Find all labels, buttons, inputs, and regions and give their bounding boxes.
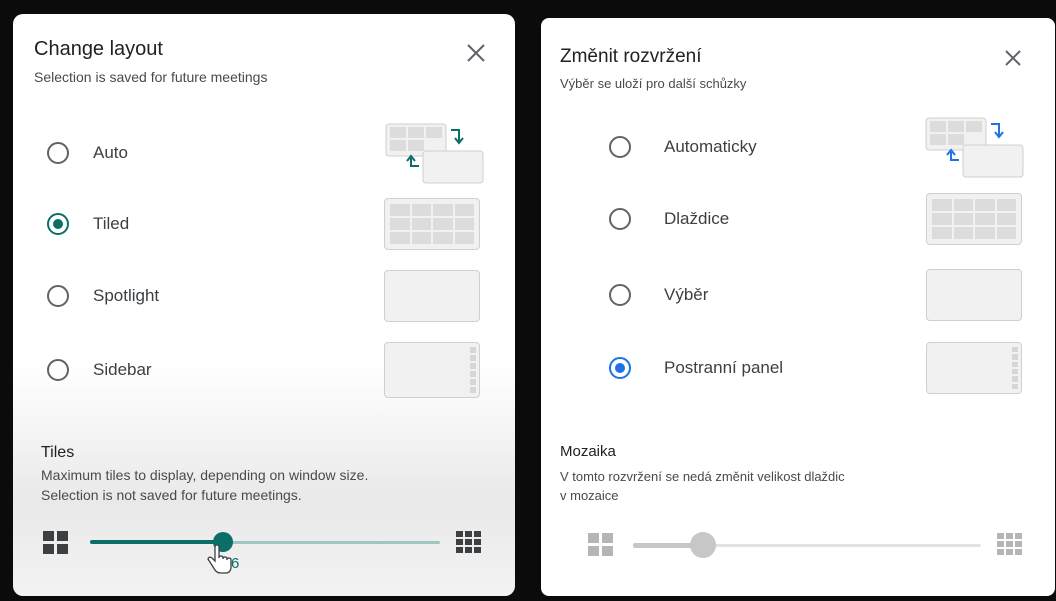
radio-sidebar[interactable]	[609, 357, 631, 379]
layout-option-sidebar[interactable]: Sidebar	[13, 338, 515, 402]
tiled-layout-thumbnail	[384, 198, 480, 250]
grid-2x2-icon	[588, 533, 614, 562]
tiles-desc-line-2: Selection is not saved for future meetin…	[41, 487, 302, 503]
radio-spotlight[interactable]	[609, 284, 631, 306]
slider-track-fill	[90, 540, 223, 544]
option-label-tiled: Dlaždice	[664, 209, 730, 228]
hand-pointer-icon	[207, 544, 233, 580]
slider-thumb	[690, 532, 716, 558]
layout-option-spotlight[interactable]: Výběr	[541, 263, 1055, 327]
radio-tiled[interactable]	[47, 213, 69, 235]
sidebar-layout-thumbnail	[384, 342, 480, 398]
option-label-auto: Automaticky	[664, 137, 757, 156]
grid-3x3-icon	[997, 533, 1023, 562]
tiles-desc-line-1: Maximum tiles to display, depending on w…	[41, 467, 369, 483]
option-label-spotlight: Výběr	[664, 285, 709, 304]
layout-option-auto[interactable]: Automaticky	[541, 115, 1055, 179]
tiles-desc-line-1: V tomto rozvržení se nedá změnit velikos…	[560, 469, 845, 484]
option-label-sidebar: Sidebar	[93, 360, 152, 379]
layout-option-tiled[interactable]: Dlaždice	[541, 187, 1055, 251]
layout-option-spotlight[interactable]: Spotlight	[13, 264, 515, 328]
close-icon[interactable]	[465, 42, 489, 66]
option-label-sidebar: Postranní panel	[664, 358, 784, 377]
layout-option-auto[interactable]: Auto	[13, 121, 515, 185]
grid-3x3-icon	[456, 531, 482, 560]
change-layout-dialog-cz: Změnit rozvržení Výběr se uloží pro dalš…	[541, 18, 1055, 596]
option-label-auto: Auto	[93, 143, 128, 162]
tiles-section-title: Tiles	[41, 444, 75, 461]
tiles-section-title: Mozaika	[560, 443, 616, 460]
dialog-subtitle: Selection is saved for future meetings	[34, 69, 268, 85]
layout-option-sidebar[interactable]: Postranní panel	[541, 336, 1055, 400]
dialog-subtitle: Výběr se uloží pro další schůzky	[560, 76, 747, 91]
dialog-title: Change layout	[34, 38, 163, 60]
close-icon[interactable]	[1003, 48, 1027, 72]
change-layout-dialog-en: Change layout Selection is saved for fut…	[13, 14, 515, 596]
option-label-tiled: Tiled	[93, 214, 130, 233]
grid-2x2-icon	[43, 531, 69, 560]
tiles-slider[interactable]: 6	[90, 527, 440, 574]
tiles-slider-disabled	[633, 530, 981, 560]
radio-spotlight[interactable]	[47, 285, 69, 307]
radio-sidebar[interactable]	[47, 359, 69, 381]
spotlight-layout-thumbnail	[384, 270, 480, 322]
layout-option-tiled[interactable]: Tiled	[13, 192, 515, 256]
auto-layout-thumbnail	[925, 117, 1025, 179]
radio-tiled[interactable]	[609, 208, 631, 230]
sidebar-layout-thumbnail	[926, 342, 1022, 394]
tiled-layout-thumbnail	[926, 193, 1022, 245]
dialog-title: Změnit rozvržení	[560, 46, 702, 67]
radio-auto[interactable]	[47, 142, 69, 164]
option-label-spotlight: Spotlight	[93, 286, 160, 305]
auto-layout-thumbnail	[385, 123, 485, 185]
tiles-desc-line-2: v mozaice	[560, 488, 619, 503]
radio-auto[interactable]	[609, 136, 631, 158]
spotlight-layout-thumbnail	[926, 269, 1022, 321]
